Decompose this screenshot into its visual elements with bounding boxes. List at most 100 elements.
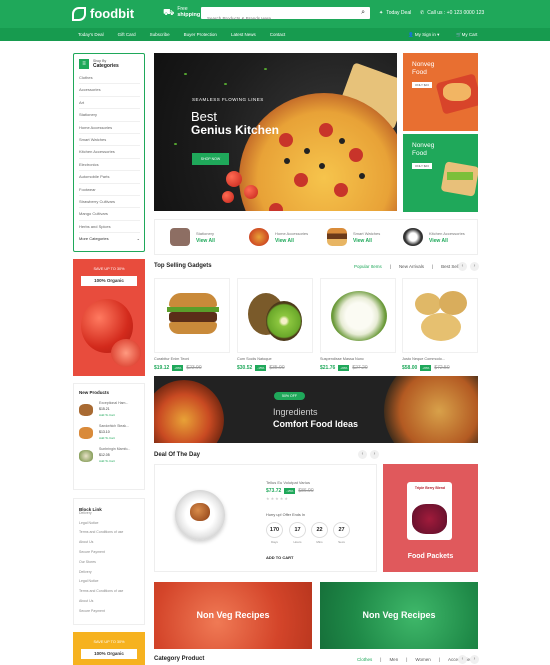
product-card[interactable]: Curabitur Enim Tecni $19.12 -20% $23.90 <box>154 278 230 372</box>
nav-contact[interactable]: Contact <box>270 32 286 37</box>
category-watches[interactable]: Smart Watches View All <box>327 228 380 246</box>
phone-icon: ✆ <box>420 10 425 16</box>
prev-arrow-icon[interactable]: ‹ <box>458 262 467 271</box>
category-stationery[interactable]: Stationery View All <box>170 228 215 246</box>
category-product-tabs: Clothes| Men| Women| Accessories <box>357 657 472 662</box>
menu-icon: ≡ <box>79 59 89 69</box>
new-product-item[interactable]: Sunbringin Mamfo... $12.05 Add To Cart <box>74 444 144 467</box>
product-image <box>154 278 230 353</box>
free-shipping: ⛟ Free shipping <box>163 6 201 18</box>
category-item[interactable]: Smart Watches <box>79 134 140 147</box>
nav-latest-news[interactable]: Latest News <box>231 32 256 37</box>
product-image <box>320 278 396 353</box>
today-deal-link[interactable]: ✦ Today Deal <box>379 10 411 16</box>
product-card[interactable]: Suspendisse Massa Nunc $21.76 -20% $27.20 <box>320 278 396 372</box>
deal-title: Deal Of The Day <box>154 452 201 458</box>
nav-subscribe[interactable]: Subscribe <box>150 32 170 37</box>
block-link-item[interactable]: Legal Notice <box>74 577 144 587</box>
category-arrows: ‹ › <box>458 655 479 664</box>
block-link-box: Block Link Delivery Legal Notice Terms a… <box>73 498 145 625</box>
organic-promo-2[interactable]: SAVE UP TO 30% 100% Organic <box>73 632 145 665</box>
nav-gift-card[interactable]: Gift Card <box>118 32 136 37</box>
search-icon[interactable]: ⌕ <box>361 9 365 17</box>
cart-link[interactable]: 🛒My Cart <box>456 32 477 38</box>
category-item[interactable]: Strawberry Cultivars <box>79 196 140 209</box>
tab-women[interactable]: Women <box>415 657 430 662</box>
category-sidebar: ≡ Shop By Categories Clothes Accessories … <box>73 53 145 252</box>
category-item[interactable]: Automobile Parts <box>79 171 140 184</box>
next-arrow-icon[interactable]: › <box>370 450 379 459</box>
product-card[interactable]: Cum Sociis Natoque $30.52 -15% $35.90 <box>237 278 313 372</box>
new-product-item[interactable]: Sandwhich Steak... $13.10 Add To Cart <box>74 421 144 444</box>
new-products-box: New Products Exceptional Ham... $15.21 Add… <box>73 383 145 490</box>
product-card[interactable]: Justo Neque Commodo... $58.00 -20% $72.50 <box>402 278 478 372</box>
next-arrow-icon[interactable]: › <box>470 655 479 664</box>
block-link-item[interactable]: Secure Payment <box>74 607 144 617</box>
tag-icon: ✦ <box>379 10 384 16</box>
category-home[interactable]: Home Accessories View All <box>249 228 308 246</box>
category-item[interactable]: Clothes <box>79 72 140 85</box>
tab-men[interactable]: Men <box>389 657 398 662</box>
category-item[interactable]: Art <box>79 97 140 110</box>
category-item[interactable]: Footwear <box>79 184 140 196</box>
nonveg-banner-2[interactable]: Nonveg Food ONLY $23 <box>403 134 478 212</box>
call-us: ✆ Call us : +0 123 0000 123 <box>420 10 485 16</box>
block-link-item[interactable]: Delivery <box>74 568 144 578</box>
food-bag-image: Triple Berry Blend <box>407 482 452 540</box>
non-veg-recipes-banner-1[interactable]: Non Veg Recipes <box>154 582 312 649</box>
category-item[interactable]: Herbs and Spices <box>79 221 140 234</box>
category-item[interactable]: Electronics <box>79 159 140 172</box>
block-link-item[interactable]: Legal Notice <box>74 519 144 529</box>
shop-now-button[interactable]: SHOP NOW <box>192 153 229 165</box>
tab-popular[interactable]: Popular Items <box>354 264 382 269</box>
category-item[interactable]: Kitchen Accessories <box>79 146 140 159</box>
category-item[interactable]: Accessories <box>79 84 140 97</box>
countdown-hours: 17 Hours <box>289 522 306 544</box>
tab-clothes[interactable]: Clothes <box>357 657 372 662</box>
product-image <box>402 278 478 353</box>
category-kitchen[interactable]: Kitchen Accessories View All <box>403 228 465 246</box>
next-arrow-icon[interactable]: › <box>470 262 479 271</box>
countdown-secs: 27 Secs <box>333 522 350 544</box>
search-input[interactable] <box>201 12 351 25</box>
block-link-item[interactable]: Terms and Conditions of use <box>74 587 144 597</box>
tab-new-arrivals[interactable]: New Arrivals <box>399 264 424 269</box>
block-link-item[interactable]: About Us <box>74 538 144 548</box>
top-selling-title: Top Selling Gadgets <box>154 263 212 269</box>
rating-stars: ★★★★★ <box>266 496 289 501</box>
logo[interactable]: foodbit <box>72 6 134 21</box>
prev-arrow-icon[interactable]: ‹ <box>458 655 467 664</box>
more-categories[interactable]: More Categories ⌄ <box>79 233 140 245</box>
block-link-item[interactable]: Our Stores <box>74 558 144 568</box>
truck-icon: ⛟ <box>163 7 175 17</box>
prev-arrow-icon[interactable]: ‹ <box>358 450 367 459</box>
category-item[interactable]: Home Accessories <box>79 122 140 134</box>
sign-in-link[interactable]: 👤 My Sign in ▾ <box>408 32 439 38</box>
leaf-icon <box>72 6 86 21</box>
non-veg-recipes-banner-2[interactable]: Non Veg Recipes <box>320 582 478 649</box>
chevron-down-icon: ⌄ <box>136 236 140 242</box>
category-header: ≡ Shop By Categories <box>74 54 144 72</box>
comfort-food-banner[interactable]: 50% OFF Ingredients Comfort Food Ideas <box>154 376 478 443</box>
countdown-mins: 22 Mins <box>311 522 328 544</box>
block-link-item[interactable]: Terms and Conditions of use <box>74 528 144 538</box>
deal-arrows: ‹ › <box>358 450 379 459</box>
category-item[interactable]: Stationery <box>79 109 140 122</box>
block-link-item[interactable]: Secure Payment <box>74 548 144 558</box>
add-to-cart-button[interactable]: ADD TO CART <box>266 555 293 560</box>
deal-card[interactable]: Tellus Eu Volutpat Varius $73.72 -15% $86.… <box>154 464 377 572</box>
organic-promo-1[interactable]: SAVE UP TO 30% 100% Organic <box>73 259 145 376</box>
search-bar[interactable]: ⌕ <box>201 7 370 25</box>
pizza-image <box>239 93 397 211</box>
block-link-item[interactable]: Delivery <box>74 509 144 519</box>
category-product-title: Category Product <box>154 656 205 662</box>
nav-todays-deal[interactable]: Today's Deal <box>78 32 104 37</box>
block-link-item[interactable]: About Us <box>74 597 144 607</box>
category-item[interactable]: Mango Cultivars <box>79 208 140 221</box>
food-packets-banner[interactable]: Triple Berry Blend Food Packets <box>383 464 478 572</box>
nonveg-banner-1[interactable]: Nonveg Food ONLY $23 <box>403 53 478 131</box>
product-image <box>237 278 313 353</box>
nav-buyer-protection[interactable]: Buyer Protection <box>184 32 217 37</box>
hero-banner[interactable]: SEAMLESS FLOWING LINES Best Genius Kitch… <box>154 53 397 211</box>
new-product-item[interactable]: Exceptional Ham... $15.21 Add To Cart <box>74 398 144 421</box>
